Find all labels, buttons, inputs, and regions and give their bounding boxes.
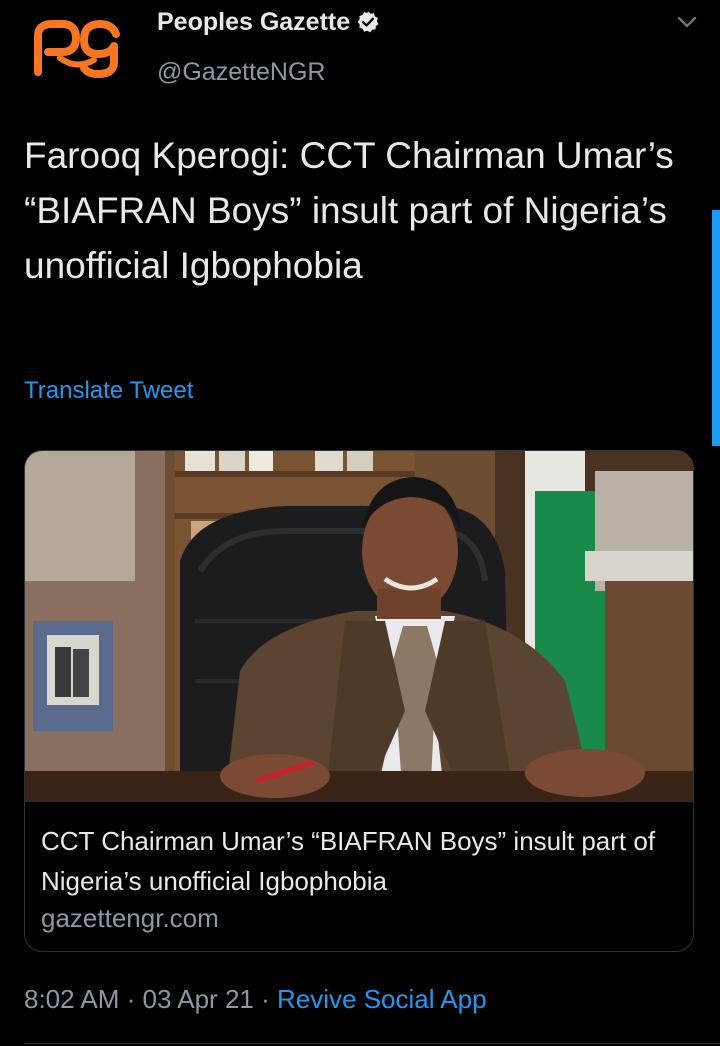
display-name[interactable]: Peoples Gazette <box>157 6 380 38</box>
display-name-text: Peoples Gazette <box>157 8 351 36</box>
card-divider <box>25 801 693 802</box>
article-photo <box>25 451 693 801</box>
tweet-date[interactable]: 03 Apr 21 <box>143 984 254 1014</box>
tweet: Peoples Gazette @GazetteNGR Farooq Kpero… <box>0 0 720 1046</box>
verified-badge-icon <box>357 11 379 33</box>
translate-tweet-link[interactable]: Translate Tweet <box>24 377 193 405</box>
tweet-time[interactable]: 8:02 AM <box>24 984 119 1014</box>
scroll-indicator[interactable] <box>712 210 720 446</box>
peoples-gazette-logo-icon[interactable] <box>24 10 134 82</box>
tweet-meta: 8:02 AM · 03 Apr 21 · Revive Social App <box>24 984 487 1015</box>
tweet-text: Farooq Kperogi: CCT Chairman Umar’s “BIA… <box>24 135 674 286</box>
card-domain: gazettengr.com <box>41 903 219 933</box>
user-handle[interactable]: @GazetteNGR <box>157 56 325 88</box>
card-title: CCT Chairman Umar’s “BIAFRAN Boys” insul… <box>41 826 656 896</box>
meta-separator: · <box>126 984 136 1014</box>
link-preview-card[interactable]: CCT Chairman Umar’s “BIAFRAN Boys” insul… <box>24 450 694 952</box>
divider <box>24 1043 720 1044</box>
chevron-down-icon[interactable] <box>672 8 702 38</box>
meta-separator: · <box>261 984 270 1014</box>
tweet-source-link[interactable]: Revive Social App <box>277 984 487 1014</box>
